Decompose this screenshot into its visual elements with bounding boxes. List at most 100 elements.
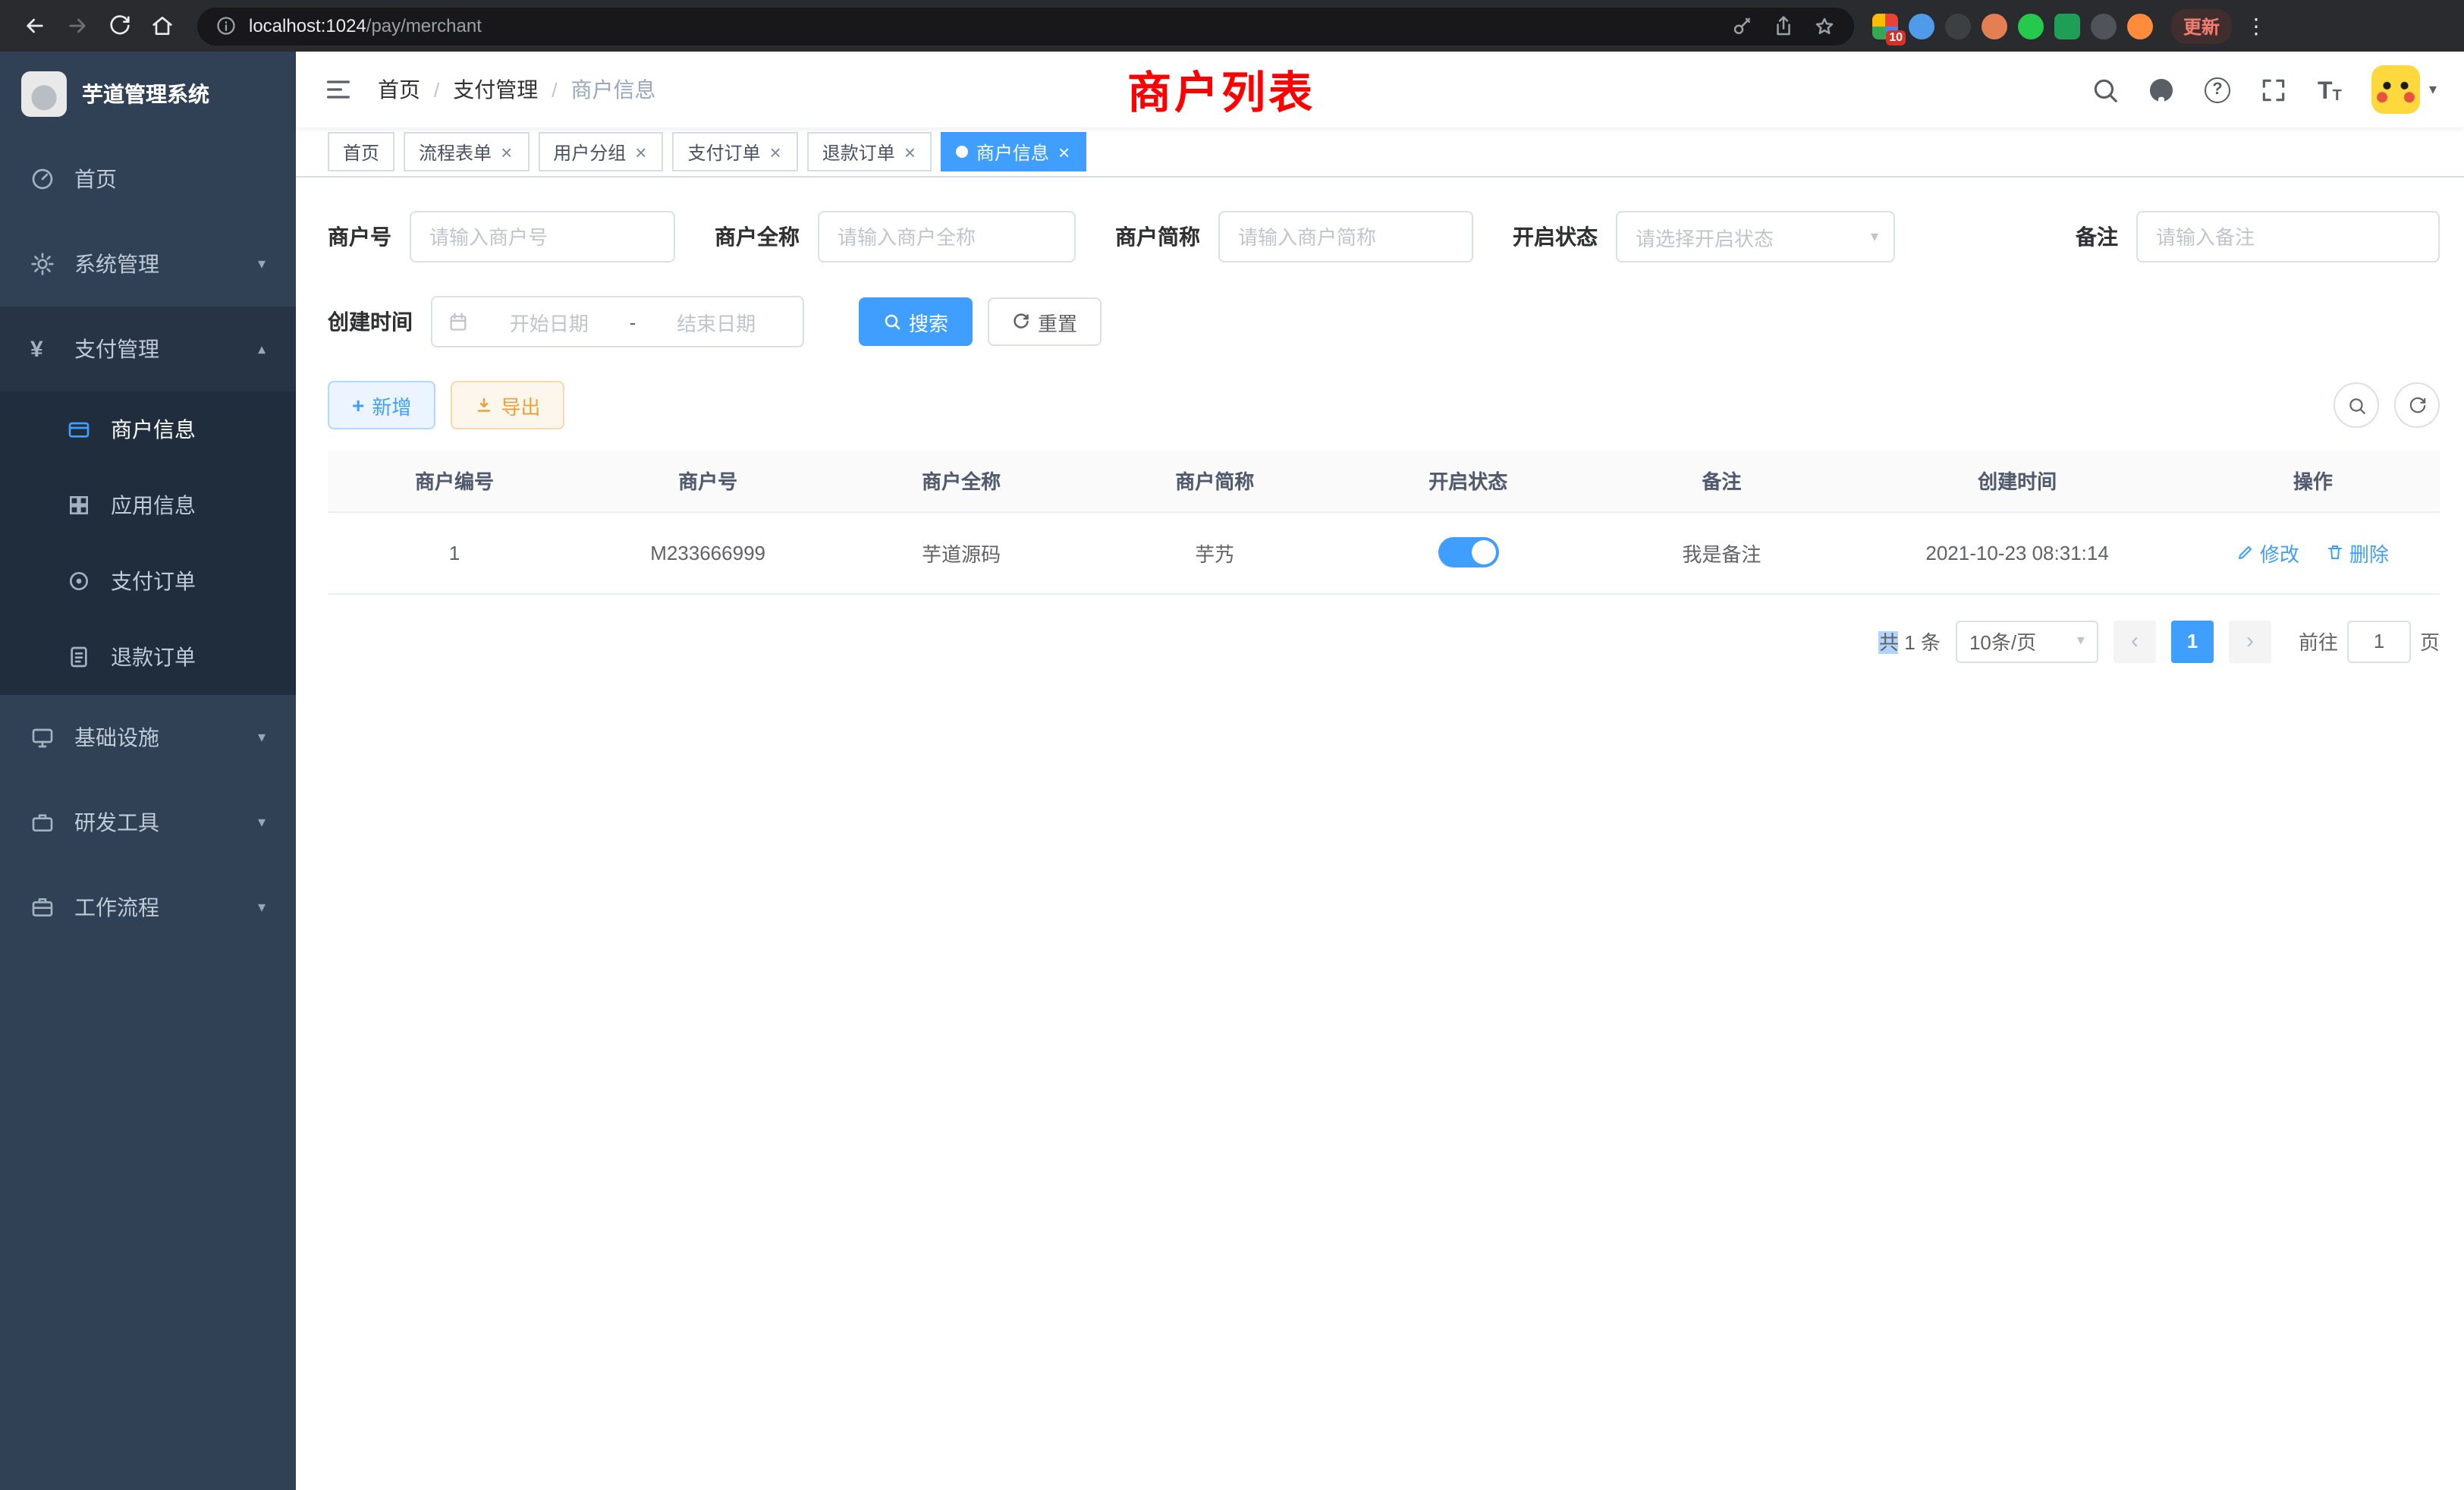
sidebar-item-pay-order[interactable]: 支付订单 bbox=[0, 543, 296, 619]
prev-page-button[interactable]: ‹ bbox=[2114, 620, 2156, 662]
export-button[interactable]: 导出 bbox=[451, 381, 564, 429]
extension-icon[interactable] bbox=[1982, 13, 2007, 39]
browser-update-button[interactable]: 更新 bbox=[2171, 8, 2232, 43]
extension-icon[interactable] bbox=[1945, 13, 1971, 39]
profile-avatar-icon[interactable] bbox=[2127, 13, 2153, 39]
field-label: 商户简称 bbox=[1115, 222, 1200, 252]
fullscreen-icon[interactable] bbox=[2259, 75, 2288, 104]
share-icon[interactable] bbox=[1772, 14, 1795, 37]
sidebar-item-label: 基础设施 bbox=[74, 722, 159, 753]
field-label: 开启状态 bbox=[1513, 222, 1598, 252]
breadcrumb-payment[interactable]: 支付管理 bbox=[453, 74, 538, 105]
tab-merchant-info[interactable]: 商户信息 × bbox=[941, 132, 1086, 171]
delete-button[interactable]: 删除 bbox=[2327, 538, 2389, 567]
pagination: 共 1 条 10条/页 ▾ ‹ 1 › 前往 页 bbox=[328, 620, 2440, 662]
full-name-input[interactable] bbox=[818, 211, 1076, 262]
next-page-button[interactable]: › bbox=[2229, 620, 2271, 662]
navbar-actions: ? TT ▾ bbox=[2091, 65, 2437, 114]
sidebar-item-dev-tools[interactable]: 研发工具 ▾ bbox=[0, 780, 296, 865]
chevron-down-icon: ▾ bbox=[258, 256, 266, 272]
chevron-down-icon: ▾ bbox=[258, 814, 266, 831]
extension-grid-icon[interactable]: 10 bbox=[1872, 13, 1898, 39]
extension-icon[interactable] bbox=[1909, 13, 1934, 39]
address-bar[interactable]: localhost:1024/pay/merchant bbox=[197, 7, 1854, 45]
tab-close-icon[interactable]: × bbox=[499, 142, 514, 162]
status-toggle[interactable] bbox=[1438, 537, 1498, 567]
browser-refresh-button[interactable] bbox=[100, 6, 140, 46]
tab-process-form[interactable]: 流程表单 × bbox=[404, 132, 529, 171]
main-area: 首页 / 支付管理 / 商户信息 商户列表 ? bbox=[296, 52, 2464, 1490]
refresh-table-button[interactable] bbox=[2394, 382, 2440, 428]
page-number-button[interactable]: 1 bbox=[2171, 620, 2214, 662]
password-key-icon[interactable] bbox=[1731, 14, 1754, 37]
page-size-select[interactable]: 10条/页 ▾ bbox=[1956, 620, 2098, 662]
field-label: 创建时间 bbox=[328, 306, 413, 337]
browser-back-button[interactable] bbox=[15, 6, 55, 46]
breadcrumb-home[interactable]: 首页 bbox=[378, 74, 420, 105]
field-label: 商户号 bbox=[328, 222, 391, 252]
tab-home[interactable]: 首页 bbox=[328, 132, 394, 171]
browser-home-button[interactable] bbox=[143, 6, 182, 46]
tab-label: 支付订单 bbox=[687, 139, 760, 165]
sidebar-item-label: 商户信息 bbox=[111, 414, 196, 445]
extension-icon[interactable] bbox=[2018, 13, 2044, 39]
browser-forward-button[interactable] bbox=[58, 6, 97, 46]
extension-icon[interactable] bbox=[2054, 13, 2080, 39]
tab-close-icon[interactable]: × bbox=[768, 142, 783, 162]
sidebar-item-infrastructure[interactable]: 基础设施 ▾ bbox=[0, 695, 296, 780]
date-range-picker[interactable]: 开始日期 - 结束日期 bbox=[431, 296, 804, 347]
user-menu[interactable]: ▾ bbox=[2371, 65, 2437, 114]
total-count: 1 bbox=[1904, 631, 1915, 654]
tab-refund-order[interactable]: 退款订单 × bbox=[807, 132, 932, 171]
chevron-left-icon: ‹ bbox=[2131, 628, 2139, 654]
home-icon bbox=[150, 14, 174, 38]
refresh-icon bbox=[1012, 313, 1030, 331]
tab-close-icon[interactable]: × bbox=[633, 142, 648, 162]
tab-pay-order[interactable]: 支付订单 × bbox=[672, 132, 797, 171]
edit-button[interactable]: 修改 bbox=[2237, 538, 2299, 567]
extension-badge: 10 bbox=[1886, 30, 1906, 45]
goto-page-input[interactable] bbox=[2347, 620, 2411, 662]
app-logo[interactable]: 芋道管理系统 bbox=[0, 52, 296, 137]
tab-label: 首页 bbox=[343, 139, 379, 165]
site-info-icon[interactable] bbox=[215, 15, 237, 36]
remark-input[interactable] bbox=[2136, 211, 2440, 262]
help-icon[interactable]: ? bbox=[2203, 75, 2232, 104]
tab-user-group[interactable]: 用户分组 × bbox=[538, 132, 663, 171]
sidebar-item-app-info[interactable]: 应用信息 bbox=[0, 467, 296, 543]
github-icon[interactable] bbox=[2147, 75, 2176, 104]
extension-icon[interactable] bbox=[2091, 13, 2117, 39]
sidebar-item-workflow[interactable]: 工作流程 ▾ bbox=[0, 865, 296, 950]
search-button[interactable]: 搜索 bbox=[859, 297, 973, 346]
font-size-icon[interactable]: TT bbox=[2315, 75, 2344, 104]
sidebar-item-merchant-info[interactable]: 商户信息 bbox=[0, 391, 296, 467]
status-select[interactable]: 请选择开启状态 ▾ bbox=[1616, 211, 1895, 262]
search-icon bbox=[883, 313, 901, 331]
toolbox-icon bbox=[30, 810, 55, 835]
add-button[interactable]: + 新增 bbox=[328, 381, 435, 429]
search-icon[interactable] bbox=[2091, 75, 2120, 104]
short-name-input[interactable] bbox=[1218, 211, 1473, 262]
sidebar-item-home[interactable]: 首页 bbox=[0, 137, 296, 222]
filter-status: 开启状态 请选择开启状态 ▾ bbox=[1513, 211, 1895, 262]
browser-menu-icon[interactable]: ⋮ bbox=[2244, 13, 2268, 39]
filter-merchant-no: 商户号 bbox=[328, 211, 675, 262]
hamburger-icon bbox=[323, 74, 354, 105]
sidebar-item-system[interactable]: 系统管理 ▾ bbox=[0, 222, 296, 306]
breadcrumb-separator: / bbox=[552, 78, 557, 101]
bookmark-star-icon[interactable] bbox=[1813, 14, 1836, 37]
trash-icon bbox=[2327, 543, 2345, 561]
cell-merchant-id: 1 bbox=[328, 511, 581, 593]
sidebar-collapse-button[interactable] bbox=[323, 74, 354, 105]
column-header: 商户号 bbox=[581, 451, 834, 511]
payment-submenu: 商户信息 应用信息 支付订单 bbox=[0, 391, 296, 695]
tab-close-icon[interactable]: × bbox=[903, 142, 917, 162]
sidebar-item-payment[interactable]: ¥ 支付管理 ▾ bbox=[0, 306, 296, 391]
merchant-no-input[interactable] bbox=[410, 211, 675, 262]
reset-button[interactable]: 重置 bbox=[988, 297, 1102, 346]
tab-close-icon[interactable]: × bbox=[1057, 142, 1071, 162]
filter-row-2: 创建时间 开始日期 - 结束日期 搜索 重置 bbox=[328, 296, 2440, 347]
address-bar-actions bbox=[1731, 14, 1836, 37]
toggle-search-button[interactable] bbox=[2334, 382, 2379, 428]
sidebar-item-refund-order[interactable]: 退款订单 bbox=[0, 619, 296, 695]
